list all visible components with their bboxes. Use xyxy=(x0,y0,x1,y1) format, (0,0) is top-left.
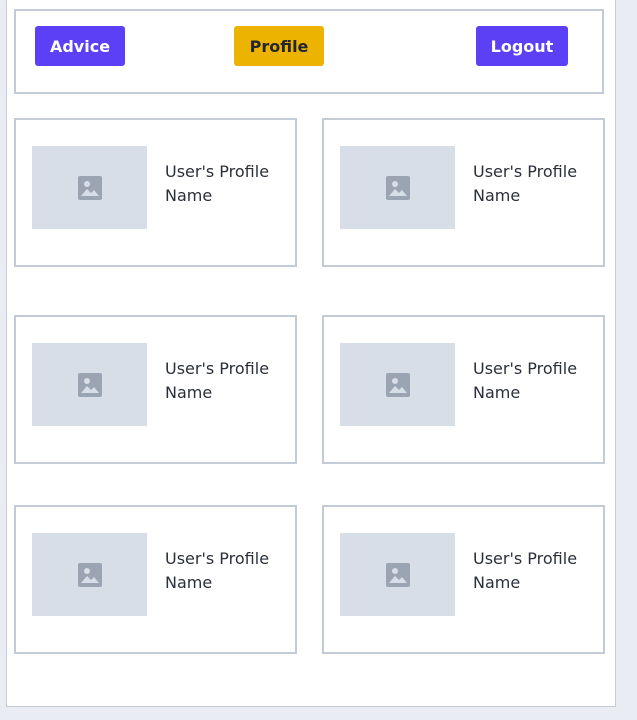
profile-card[interactable]: User's Profile Name xyxy=(14,118,297,267)
image-placeholder-icon xyxy=(385,562,410,587)
image-placeholder-icon xyxy=(385,175,410,200)
advice-button[interactable]: Advice xyxy=(35,26,125,66)
profile-name: User's Profile Name xyxy=(473,162,578,205)
image-placeholder-icon xyxy=(77,372,102,397)
profile-name: User's Profile Name xyxy=(165,359,270,402)
profile-name: User's Profile Name xyxy=(165,162,270,205)
profile-image-placeholder xyxy=(32,533,147,616)
profile-image-placeholder xyxy=(340,533,455,616)
profile-card[interactable]: User's Profile Name xyxy=(14,505,297,654)
profile-name: User's Profile Name xyxy=(473,549,578,592)
profile-card[interactable]: User's Profile Name xyxy=(14,315,297,464)
profile-image-placeholder xyxy=(340,343,455,426)
profile-image-placeholder xyxy=(340,146,455,229)
profile-button[interactable]: Profile xyxy=(234,26,324,66)
profile-card[interactable]: User's Profile Name xyxy=(322,118,605,267)
profile-name: User's Profile Name xyxy=(165,549,270,592)
logout-button[interactable]: Logout xyxy=(476,26,568,66)
profile-name: User's Profile Name xyxy=(473,359,578,402)
image-placeholder-icon xyxy=(385,372,410,397)
profile-image-placeholder xyxy=(32,343,147,426)
image-placeholder-icon xyxy=(77,562,102,587)
profile-card[interactable]: User's Profile Name xyxy=(322,505,605,654)
profile-image-placeholder xyxy=(32,146,147,229)
image-placeholder-icon xyxy=(77,175,102,200)
profile-card[interactable]: User's Profile Name xyxy=(322,315,605,464)
